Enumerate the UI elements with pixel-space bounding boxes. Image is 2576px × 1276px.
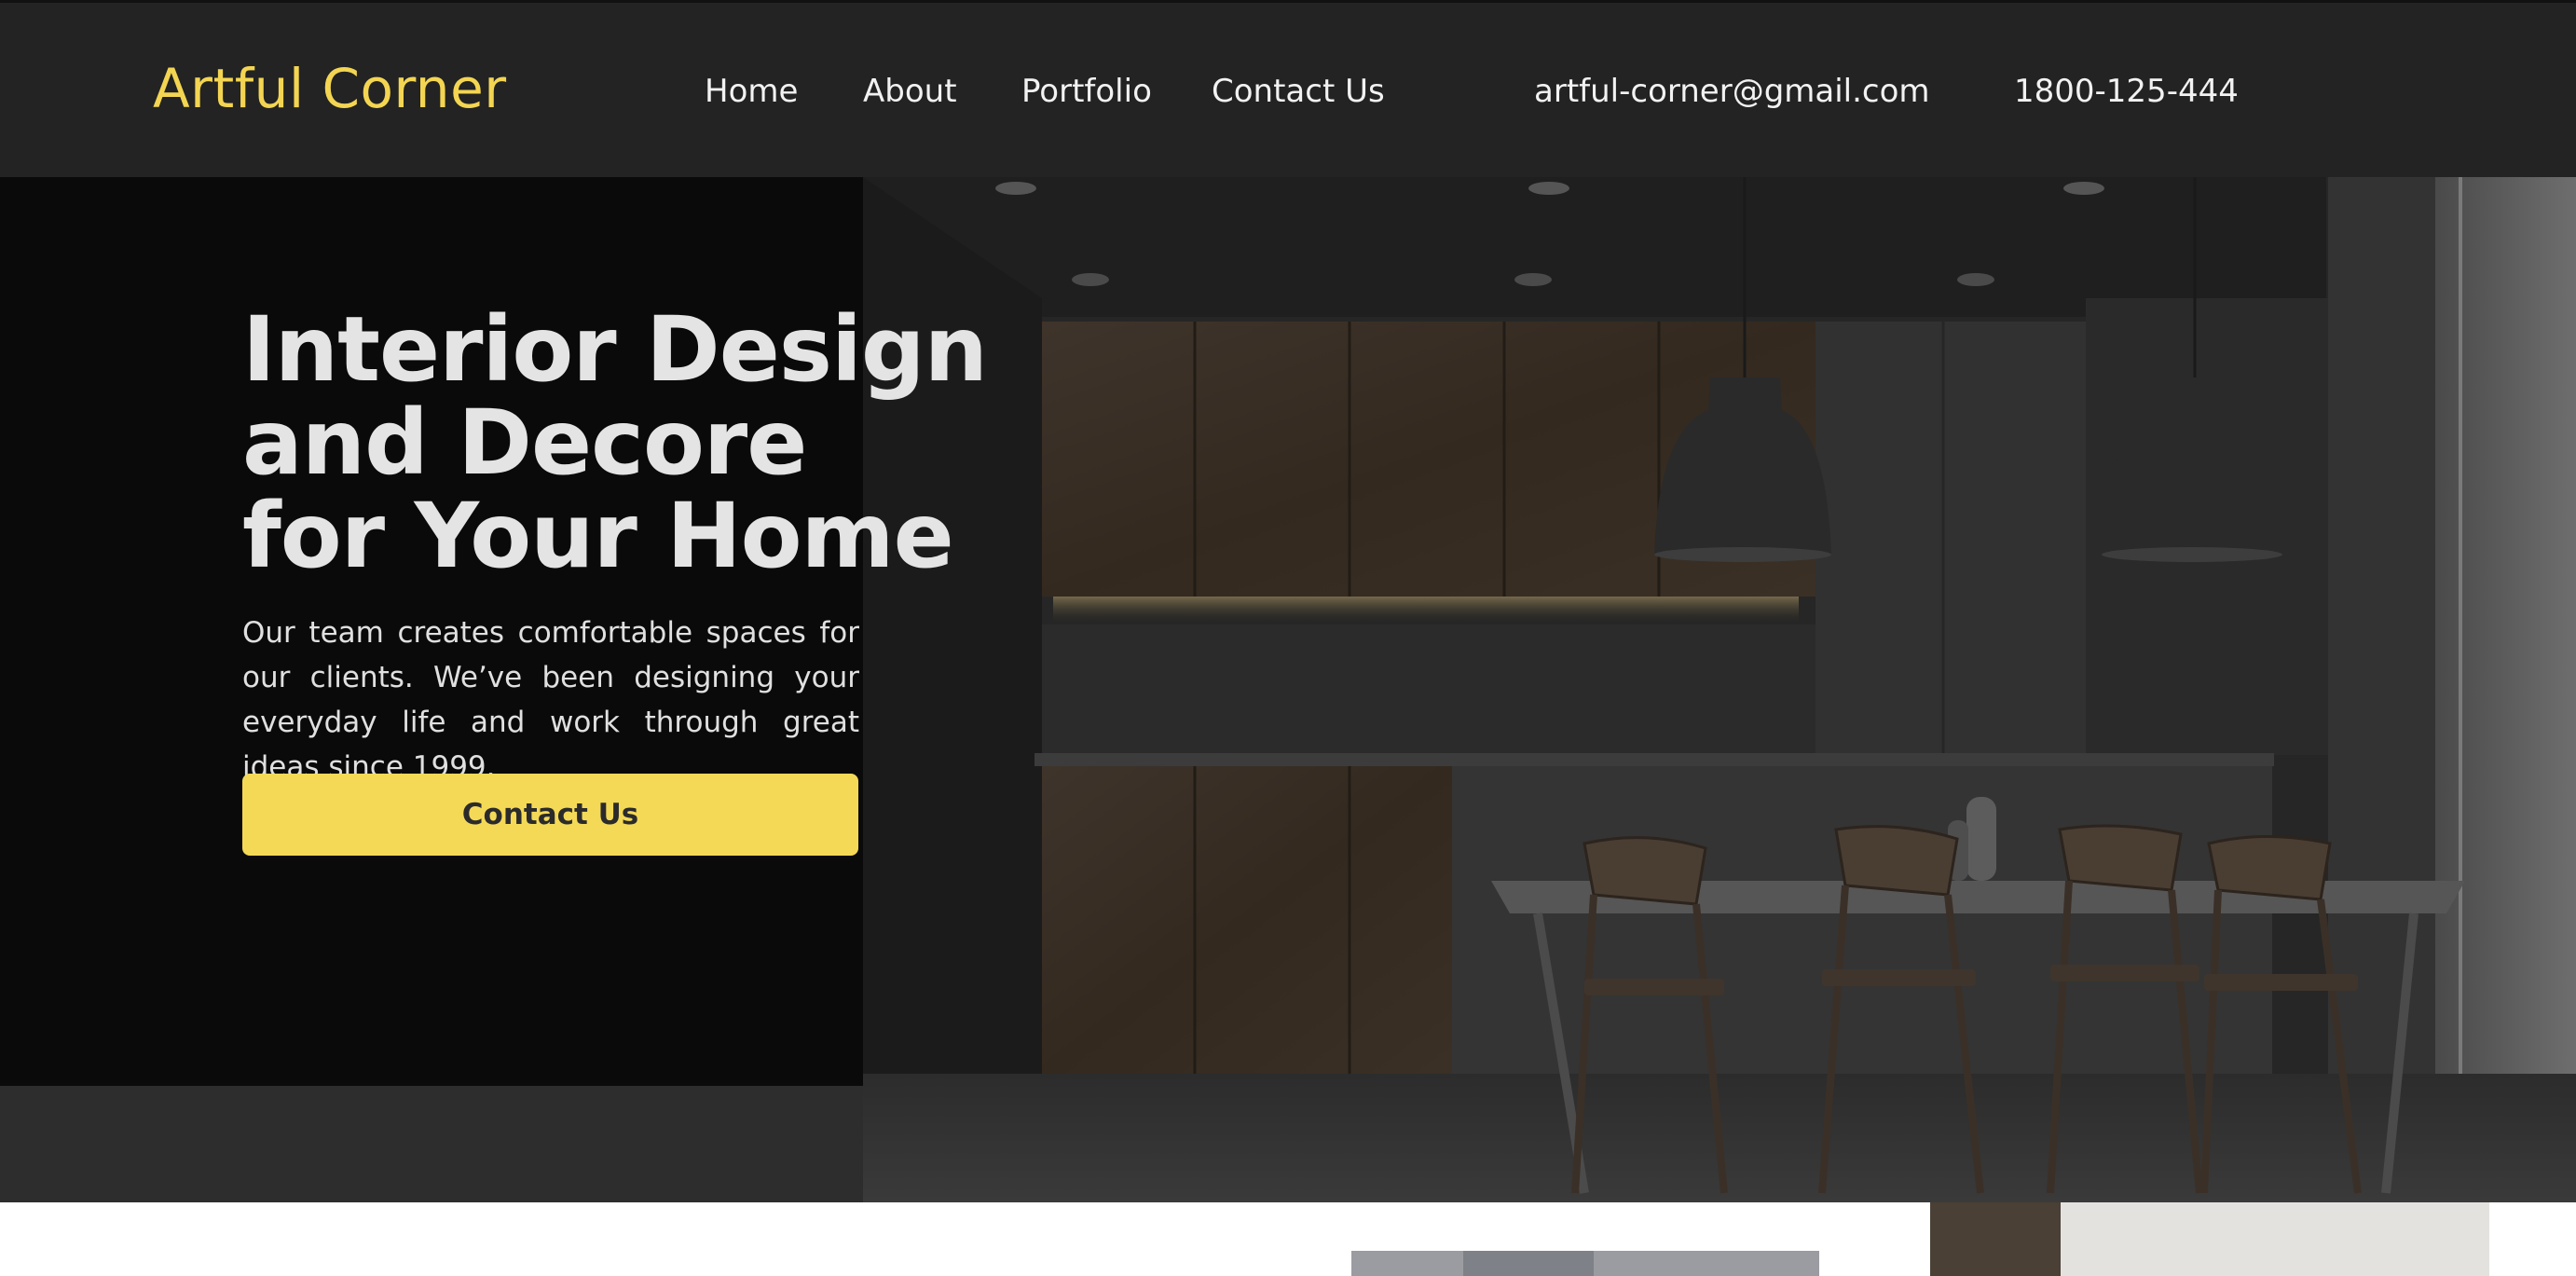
hero-title-line: and Decore xyxy=(242,391,807,495)
brand-logo[interactable]: Artful Corner xyxy=(153,57,507,120)
nav-portfolio-link[interactable]: Portfolio xyxy=(1021,73,1152,110)
top-navbar: Artful Corner Home About Portfolio Conta… xyxy=(0,0,2576,177)
hero-title-line: Interior Design xyxy=(242,297,988,402)
nav-phone-link[interactable]: 1800-125-444 xyxy=(2014,73,2239,110)
nav-about-link[interactable]: About xyxy=(863,73,957,110)
hero-title-line: for Your Home xyxy=(242,484,954,588)
nav-contact-link[interactable]: Contact Us xyxy=(1212,73,1385,110)
hero-section: Interior Design and Decore for Your Home… xyxy=(0,177,2576,1202)
hero-description: Our team creates comfortable spaces for … xyxy=(242,616,859,784)
nav-email-link[interactable]: artful-corner@gmail.com xyxy=(1534,73,1930,110)
contact-us-button[interactable]: Contact Us xyxy=(242,774,858,856)
portfolio-thumbnail xyxy=(1351,1251,1819,1276)
below-fold-section xyxy=(0,1202,2576,1276)
hero-title: Interior Design and Decore for Your Home xyxy=(242,297,988,588)
nav-home-link[interactable]: Home xyxy=(705,73,798,110)
portfolio-thumbnail xyxy=(1930,1202,2489,1276)
